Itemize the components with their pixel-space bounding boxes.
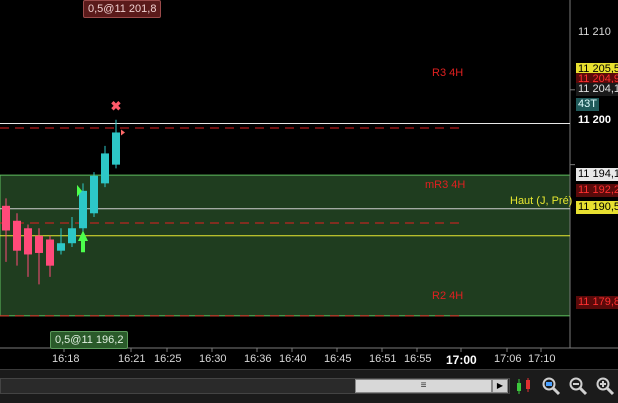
x-tick-label: 16:55 [404,353,432,365]
candle-body [68,228,76,244]
entry-marker-icon [121,129,125,136]
x-tick-label: 16:18 [52,353,80,365]
candle-body [46,239,54,266]
candle-body [24,228,32,255]
order-label-top[interactable]: 0,5@11 201,8 [83,0,162,18]
price-tag-line: 11 194,1 [576,168,618,181]
x-tick-label: 16:21 [118,353,146,365]
candle-body [101,153,109,184]
candle-body [2,205,10,231]
candle-body [13,220,21,251]
x-tick-label: 17:06 [494,353,522,365]
level-label-haut: Haut (J, Pré) [510,195,573,207]
scrollbar-thumb[interactable]: ≡ [355,379,492,393]
y-tick-label: 11 200 [578,114,612,126]
price-tag-r2: 11 179,8 [576,296,618,309]
y-tick-label: 11 210 [578,26,611,38]
price-tag-mr3: 11 192,2 [576,184,618,197]
order-label-bottom[interactable]: 0,5@11 196,2 [50,331,129,349]
candle-body [35,235,43,253]
x-tick-label: 16:45 [324,353,352,365]
x-tick-label: 16:51 [369,353,397,365]
x-tick-label-bold: 17:00 [446,353,477,367]
zoom-in-icon[interactable] [595,376,615,396]
level-label-mr3: mR3 4H [425,179,466,191]
x-tick-label: 16:30 [199,353,227,365]
x-tick-label: 16:36 [244,353,272,365]
zoom-fit-icon[interactable] [541,376,561,396]
x-tick-label: 17:10 [528,353,556,365]
candle-body [90,175,98,214]
price-tag-current: 11 204,1 [576,83,618,96]
tick-counter-badge: 43T [576,98,599,111]
candle-body [57,243,65,251]
cross-marker-icon: ✖ [111,99,122,114]
candle-body [79,190,87,229]
level-label-r3: R3 4H [432,67,464,79]
x-tick-label: 16:40 [279,353,307,365]
candle-body [112,132,120,165]
zoom-out-icon[interactable] [568,376,588,396]
price-tag-haut: 11 190,5 [576,201,618,214]
chart-toolbar: ≡ ▶ [0,369,618,403]
x-tick-label: 16:25 [154,353,182,365]
scroll-right-button[interactable]: ▶ [492,379,508,393]
candle-style-icon[interactable] [514,376,534,396]
level-label-r2: R2 4H [432,290,464,302]
